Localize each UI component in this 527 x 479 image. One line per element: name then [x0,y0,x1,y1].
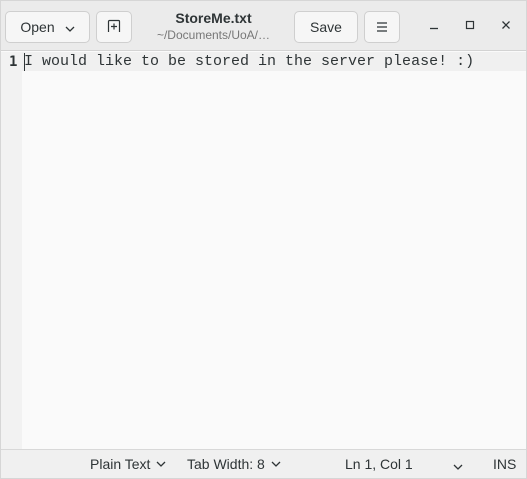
text-editor-area[interactable]: 1 I would like to be stored in the serve… [1,52,526,449]
line-number: 1 [9,54,18,70]
hamburger-menu-icon [376,19,388,35]
window-title: StoreMe.txt [175,10,252,26]
maximize-button[interactable] [457,13,483,39]
main-menu-button[interactable] [364,11,400,43]
position-dropdown[interactable] [453,457,463,473]
text-cursor [24,53,25,71]
tab-width-selector[interactable]: Tab Width: 8 [187,456,281,472]
insert-mode-indicator[interactable]: INS [493,456,516,472]
line-number-gutter: 1 [1,52,22,449]
save-button[interactable]: Save [294,11,358,43]
tab-width-label: Tab Width: 8 [187,456,265,472]
close-button[interactable] [493,13,519,39]
status-bar: Plain Text Tab Width: 8 Ln 1, Col 1 INS [1,449,526,478]
chevron-down-icon [156,461,166,467]
chevron-down-icon [453,457,463,473]
minimize-button[interactable] [421,13,447,39]
open-button-label: Open [20,19,55,35]
insert-mode-label: INS [493,456,517,472]
close-icon [501,17,511,35]
minimize-icon [429,17,439,35]
header-bar: Open StoreMe.txt ~/Documents/UoA/… Save [1,1,526,51]
language-label: Plain Text [90,456,151,472]
window-subtitle: ~/Documents/UoA/… [156,28,271,42]
new-tab-icon [107,19,121,36]
open-button[interactable]: Open [5,11,90,43]
language-selector[interactable]: Plain Text [90,456,166,472]
cursor-position[interactable]: Ln 1, Col 1 [345,456,413,472]
window-title-block: StoreMe.txt ~/Documents/UoA/… [141,10,286,43]
maximize-icon [465,17,475,35]
chevron-down-icon [271,461,281,467]
cursor-position-label: Ln 1, Col 1 [345,456,413,472]
new-tab-button[interactable] [96,11,132,43]
text-editor-window: Open StoreMe.txt ~/Documents/UoA/… Save [0,0,527,479]
chevron-down-icon [65,19,75,35]
text-line[interactable]: I would like to be stored in the server … [24,54,474,70]
